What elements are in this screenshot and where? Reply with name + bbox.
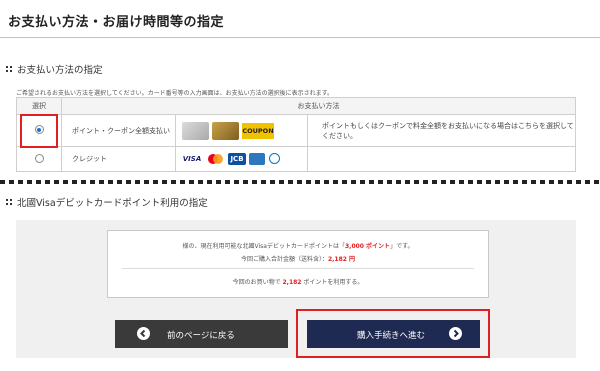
amex-icon <box>249 153 265 165</box>
section-dots-icon <box>6 198 12 207</box>
chevron-left-icon <box>137 327 150 340</box>
points-use-suffix: ポイントを利用する。 <box>303 279 364 286</box>
logos-credit: VISA JCB <box>175 146 308 172</box>
points-available-prefix: 様の、現在利用可能な北國Visaデビットカードポイントは「 <box>182 243 345 250</box>
card-silver-icon <box>182 121 209 140</box>
back-button-label: 前のページに戻る <box>167 331 235 341</box>
total-amount-value: 2,182 円 <box>327 256 356 263</box>
payment-table: 選択 お支払い方法 ポイント・クーポン全額支払い COUPON ポイントもしくは… <box>16 97 576 172</box>
page-header: お支払い方法・お届け時間等の指定 <box>0 0 600 38</box>
points-use-input[interactable]: 2,182 <box>283 279 302 286</box>
points-available-value: 3,000 ポイント <box>344 243 391 250</box>
method-label-points: ポイント・クーポン全額支払い <box>61 114 176 147</box>
next-button-highlight <box>296 309 490 358</box>
section-divider <box>0 180 600 184</box>
total-amount-prefix: 今回ご購入合計金額（送料含）： <box>240 256 328 263</box>
selection-highlight <box>20 114 58 148</box>
table-header-row: 選択 お支払い方法 <box>16 97 576 115</box>
radio-cell[interactable] <box>16 146 62 172</box>
page-title: お支払い方法・お届け時間等の指定 <box>8 15 225 30</box>
payment-row-points[interactable]: ポイント・クーポン全額支払い COUPON ポイントもしくはクーポンで料金全額を… <box>16 114 576 147</box>
payment-row-credit[interactable]: クレジット VISA JCB <box>16 146 576 172</box>
section-dots-icon <box>6 65 12 74</box>
info-separator <box>122 268 474 269</box>
payment-heading-text: お支払い方法の指定 <box>17 65 103 76</box>
payment-section-heading: お支払い方法の指定 <box>6 62 103 76</box>
back-button[interactable]: 前のページに戻る <box>115 320 288 348</box>
coupon-icon: COUPON <box>242 122 274 139</box>
points-heading-text: 北國Visaデビットカードポイント利用の指定 <box>17 198 208 209</box>
radio-credit[interactable] <box>34 153 44 163</box>
payment-note: ご希望されるお支払い方法を選択してください。カード番号等の入力画面は、お支払い方… <box>16 90 334 97</box>
points-available-line: 様の、現在利用可能な北國Visaデビットカードポイントは「3,000 ポイント」… <box>108 241 488 250</box>
method-desc-points: ポイントもしくはクーポンで料金全額をお支払いになる場合はこちらを選択してください… <box>307 114 576 147</box>
points-use-prefix: 今回のお買い物で <box>232 279 281 286</box>
method-label-credit: クレジット <box>61 146 176 172</box>
diners-icon <box>268 153 282 165</box>
header-select: 選択 <box>16 97 62 115</box>
logos-points: COUPON <box>175 114 308 147</box>
method-desc-credit <box>307 146 576 172</box>
points-section-heading: 北國Visaデビットカードポイント利用の指定 <box>6 195 208 209</box>
jcb-icon: JCB <box>228 153 246 165</box>
total-amount-line: 今回ご購入合計金額（送料含）：2,182 円 <box>108 254 488 263</box>
points-available-suffix: 」です。 <box>390 243 414 250</box>
mastercard-icon <box>205 153 225 165</box>
points-info-box: 様の、現在利用可能な北國Visaデビットカードポイントは「3,000 ポイント」… <box>107 230 489 298</box>
visa-icon: VISA <box>182 155 202 163</box>
header-method: お支払い方法 <box>61 97 576 115</box>
card-gold-icon <box>212 121 239 140</box>
points-use-line: 今回のお買い物で 2,182 ポイントを利用する。 <box>108 277 488 286</box>
